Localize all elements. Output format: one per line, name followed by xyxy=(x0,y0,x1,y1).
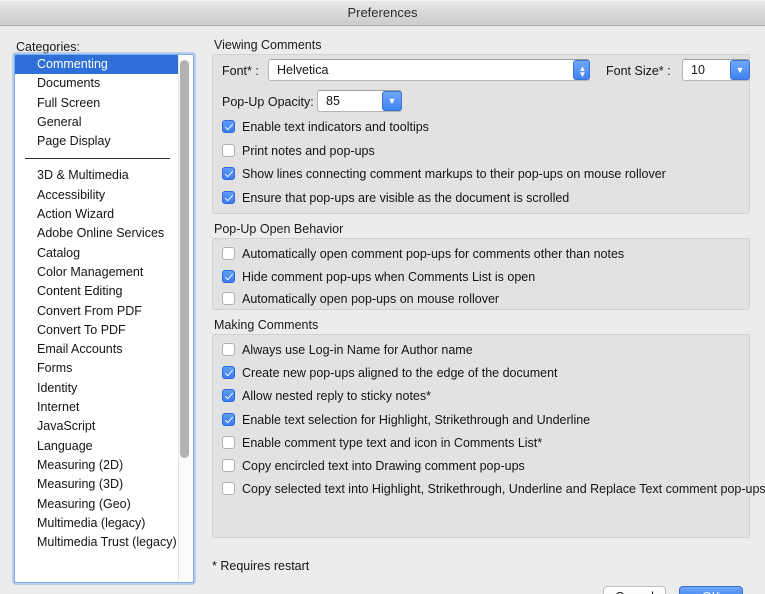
sidebar-item-measuring-3d[interactable]: Measuring (3D) xyxy=(15,475,178,494)
ok-button[interactable]: OK xyxy=(679,586,743,594)
sidebar-item-measuring-geo[interactable]: Measuring (Geo) xyxy=(15,495,178,514)
sidebar-item-full-screen[interactable]: Full Screen xyxy=(15,94,178,113)
cancel-button[interactable]: Cancel xyxy=(603,586,666,594)
section-title-viewing-comments: Viewing Comments xyxy=(214,38,322,52)
opacity-chevron-down-icon[interactable]: ▼ xyxy=(382,91,402,111)
categories-listbox[interactable]: Commenting Documents Full Screen General Pag… xyxy=(14,54,194,583)
checkbox-label: Allow nested reply to sticky notes* xyxy=(242,389,431,404)
checkbox-label: Enable text selection for Highlight, Str… xyxy=(242,412,591,427)
checkbox-label: Hide comment pop-ups when Comments List … xyxy=(242,269,536,284)
sidebar-item-3d-multimedia[interactable]: 3D & Multimedia xyxy=(15,166,178,185)
categories-scrollbar-thumb[interactable] xyxy=(180,60,189,458)
sidebar-item-action-wizard[interactable]: Action Wizard xyxy=(15,205,178,224)
checkbox-checked-icon[interactable] xyxy=(222,190,235,204)
checkbox-label: Automatically open pop-ups on mouse roll… xyxy=(242,292,500,306)
checkbox-checked-icon[interactable] xyxy=(222,120,235,133)
categories-scroll-content: Commenting Documents Full Screen General Pag… xyxy=(15,55,178,582)
font-size-chevron-down-icon[interactable]: ▼ xyxy=(730,60,750,80)
sidebar-item-email-accounts[interactable]: Email Accounts xyxy=(15,340,178,359)
checkbox-label: Automatically open comment pop-ups for c… xyxy=(242,247,625,261)
checkbox-unchecked-icon[interactable] xyxy=(222,435,235,449)
opacity-label: Pop-Up Opacity: xyxy=(222,95,314,109)
font-stepper[interactable]: ▲ ▼ xyxy=(573,60,590,80)
sidebar-item-content-editing[interactable]: Content Editing xyxy=(15,282,178,301)
sidebar-item-catalog[interactable]: Catalog xyxy=(15,244,178,263)
sidebar-item-multimedia-trust-legacy[interactable]: Multimedia Trust (legacy) xyxy=(15,533,178,552)
sidebar-item-forms[interactable]: Forms xyxy=(15,359,178,378)
font-combobox[interactable]: Helvetica xyxy=(268,59,590,81)
sidebar-item-general[interactable]: General xyxy=(15,113,178,132)
checkbox-unchecked-icon[interactable] xyxy=(222,482,235,496)
checkbox-unchecked-icon[interactable] xyxy=(222,292,235,305)
checkbox-label: Show lines connecting comment markups to… xyxy=(242,167,666,181)
sidebar-item-internet[interactable]: Internet xyxy=(15,398,178,417)
checkbox-unchecked-icon[interactable] xyxy=(222,459,235,472)
categories-scrollbar-track[interactable] xyxy=(178,56,192,581)
checkbox-checked-icon[interactable] xyxy=(222,366,235,380)
sidebar-item-documents[interactable]: Documents xyxy=(15,74,178,93)
dialog-body: Categories: Commenting Documents Full Scre… xyxy=(0,26,765,594)
sidebar-item-page-display[interactable]: Page Display xyxy=(15,132,178,151)
checkbox-label: Enable text indicators and tooltips xyxy=(242,120,429,134)
chevron-down-icon: ▼ xyxy=(578,70,587,79)
font-size-label: Font Size* : xyxy=(606,64,671,78)
checkbox-label: Always use Log-in Name for Author name xyxy=(242,343,473,357)
checkbox-unchecked-icon[interactable] xyxy=(222,343,235,356)
categories-label: Categories: xyxy=(16,40,80,54)
sidebar-item-color-management[interactable]: Color Management xyxy=(15,263,178,282)
section-title-popup-open-behavior: Pop-Up Open Behavior xyxy=(214,222,344,236)
checkbox-label: Ensure that pop-ups are visible as the d… xyxy=(242,190,570,205)
sidebar-item-multimedia-legacy[interactable]: Multimedia (legacy) xyxy=(15,514,178,533)
sidebar-item-convert-to-pdf[interactable]: Convert To PDF xyxy=(15,321,178,340)
sidebar-item-identity[interactable]: Identity xyxy=(15,379,178,398)
window-titlebar: Preferences xyxy=(0,0,765,26)
checkbox-label: Copy encircled text into Drawing comment… xyxy=(242,459,525,473)
checkbox-checked-icon[interactable] xyxy=(222,412,235,426)
checkbox-label: Print notes and pop-ups xyxy=(242,143,375,158)
section-title-making-comments: Making Comments xyxy=(214,318,319,332)
checkbox-checked-icon[interactable] xyxy=(222,167,235,180)
checkbox-checked-icon[interactable] xyxy=(222,269,235,283)
font-label: Font* : xyxy=(222,64,259,78)
requires-restart-note: * Requires restart xyxy=(212,559,310,573)
checkbox-label: Copy selected text into Highlight, Strik… xyxy=(242,482,765,497)
checkbox-checked-icon[interactable] xyxy=(222,389,235,403)
sidebar-item-commenting[interactable]: Commenting xyxy=(15,55,178,75)
preferences-dialog: Preferences Categories: Commenting Docume… xyxy=(0,0,765,594)
sidebar-item-accessibility[interactable]: Accessibility xyxy=(15,186,178,205)
settings-pane: Viewing Comments Font* : Helvetica ▲ ▼ F… xyxy=(212,26,765,594)
sidebar-item-convert-from-pdf[interactable]: Convert From PDF xyxy=(15,302,178,321)
checkbox-label: Create new pop-ups aligned to the edge o… xyxy=(242,366,558,381)
sidebar-item-javascript[interactable]: JavaScript xyxy=(15,417,178,436)
sidebar-separator xyxy=(25,158,170,160)
sidebar-item-language[interactable]: Language xyxy=(15,437,178,456)
checkbox-unchecked-icon[interactable] xyxy=(222,143,235,157)
sidebar-item-adobe-online-services[interactable]: Adobe Online Services xyxy=(15,224,178,243)
checkbox-unchecked-icon[interactable] xyxy=(222,247,235,260)
sidebar-item-measuring-2d[interactable]: Measuring (2D) xyxy=(15,456,178,475)
window-title: Preferences xyxy=(347,5,418,20)
checkbox-label: Enable comment type text and icon in Com… xyxy=(242,435,543,450)
